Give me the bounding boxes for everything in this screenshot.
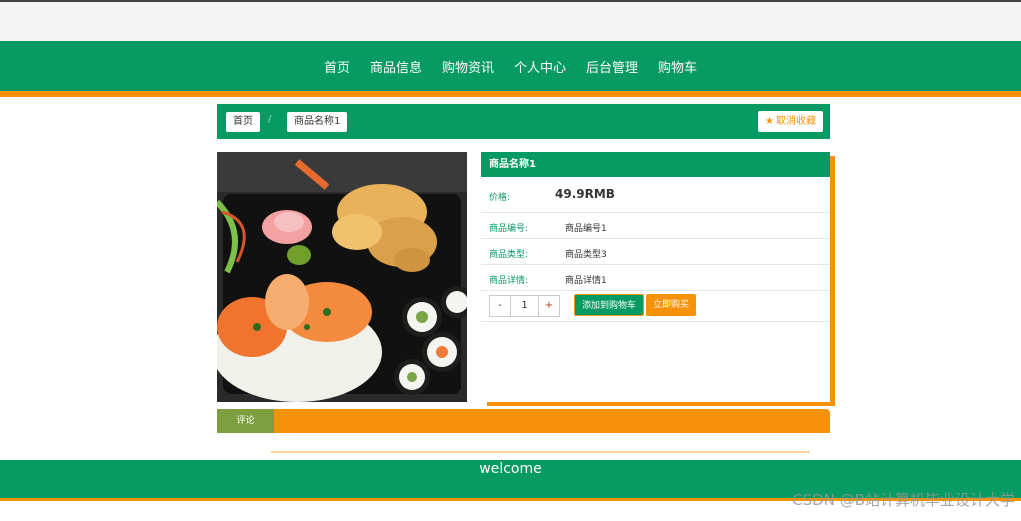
field-value: 商品类型3 [565,250,607,260]
breadcrumb: 首页 / 商品名称1 ★ 取消收藏 [217,104,830,139]
nav-accent-stripe [0,91,1021,97]
buy-now-button[interactable]: 立即购买 [646,294,697,316]
nav-product-info[interactable]: 商品信息 [370,57,422,76]
breadcrumb-separator: / [268,114,272,125]
breadcrumb-home[interactable]: 首页 [226,112,260,132]
footer-text: welcome [479,461,542,477]
qty-input[interactable]: 1 [510,296,539,316]
field-row: 商品类型: 商品类型3 [481,239,830,265]
field-value: 商品编号1 [565,224,607,234]
main-nav: 首页 商品信息 购物资讯 个人中心 后台管理 购物车 [0,41,1021,91]
watermark: CSDN @B站计算机毕业设计大学 [792,491,1015,509]
quantity-stepper: - 1 + [489,295,560,317]
divider [481,321,830,322]
product-image [217,152,467,402]
add-to-cart-button[interactable]: 添加到购物车 [574,294,645,316]
field-label: 商品详情: [489,276,529,286]
price-row: 价格: 49.9RMB [481,177,830,213]
nav-admin[interactable]: 后台管理 [586,57,638,76]
star-icon: ★ [765,116,774,127]
product-title: 商品名称1 [481,152,830,177]
field-value: 商品详情1 [565,276,607,286]
nav-home[interactable]: 首页 [324,57,350,76]
nav-personal-center[interactable]: 个人中心 [514,57,566,76]
cancel-favorite-label: 取消收藏 [776,116,816,127]
field-label: 商品编号: [489,224,529,234]
comment-divider [271,451,810,453]
price-value: 49.9RMB [555,187,615,201]
bento-picture [217,152,467,402]
field-label: 商品类型: [489,250,529,260]
tab-bar: 评论 [217,409,830,433]
breadcrumb-current[interactable]: 商品名称1 [287,112,348,132]
browser-top-strip [0,0,1021,41]
field-row: 商品编号: 商品编号1 [481,213,830,239]
field-row: 商品详情: 商品详情1 [481,265,830,291]
cancel-favorite-button[interactable]: ★ 取消收藏 [758,111,823,132]
qty-minus-button[interactable]: - [490,296,510,316]
nav-cart[interactable]: 购物车 [658,57,697,76]
nav-shopping-news[interactable]: 购物资讯 [442,57,494,76]
tab-comment[interactable]: 评论 [217,409,274,433]
product-info-panel: 商品名称1 价格: 49.9RMB 商品编号: 商品编号1 商品类型: 商品类型… [481,152,830,402]
qty-plus-button[interactable]: + [539,296,559,316]
price-label: 价格: [489,193,511,203]
